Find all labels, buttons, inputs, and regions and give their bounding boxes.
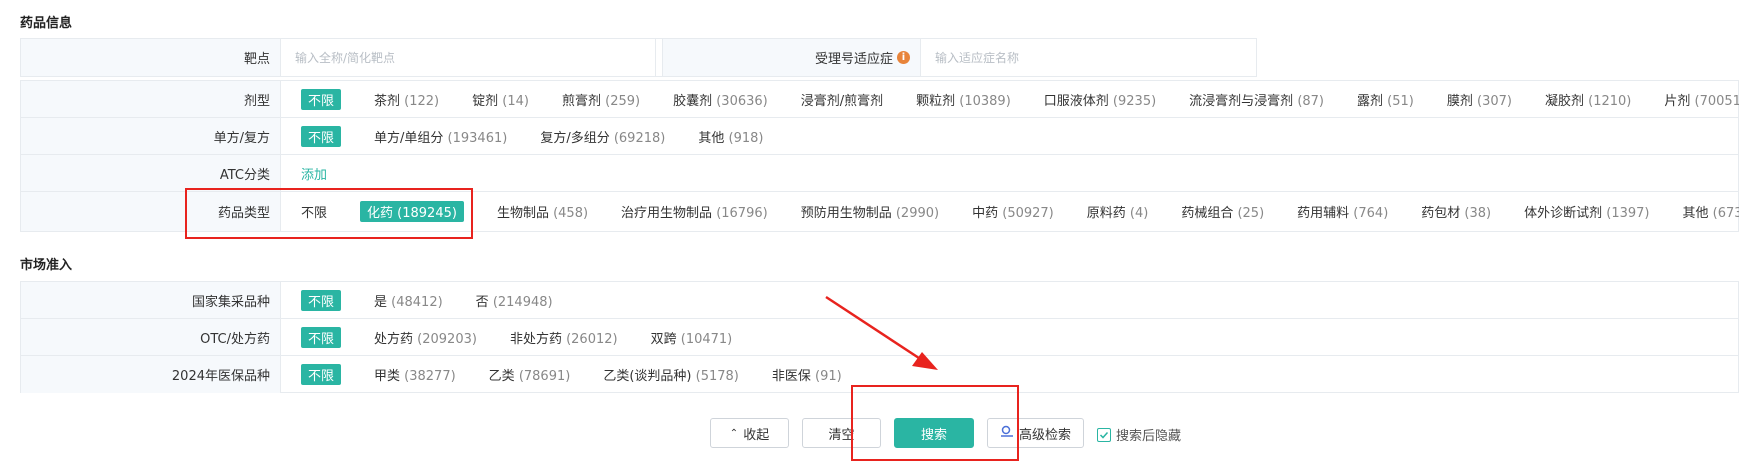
annotation-arrow [825,295,938,370]
